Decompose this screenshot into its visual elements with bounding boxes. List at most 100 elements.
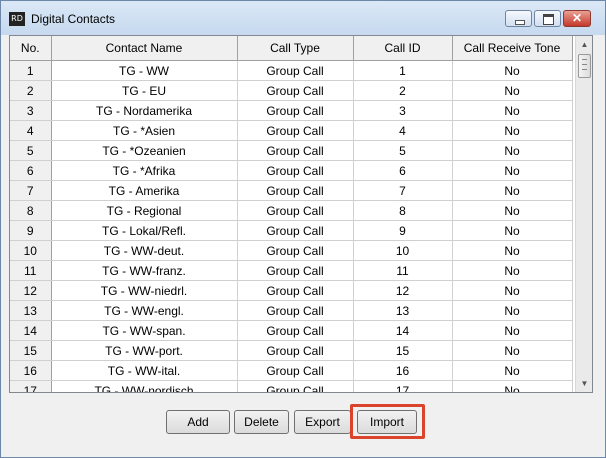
call-id-cell[interactable]: 9	[353, 220, 453, 241]
table-row[interactable]: 13 TG - WW-engl. Group Call 13 No	[10, 300, 573, 321]
call-type-cell[interactable]: Group Call	[237, 100, 354, 121]
vertical-scrollbar[interactable]: ▲ ▼	[575, 36, 592, 392]
contact-name-cell[interactable]: TG - WW-engl.	[51, 300, 238, 321]
call-id-cell[interactable]: 4	[353, 120, 453, 141]
delete-button[interactable]: Delete	[234, 410, 289, 434]
table-row[interactable]: 7 TG - Amerika Group Call 7 No	[10, 180, 573, 201]
call-type-cell[interactable]: Group Call	[237, 160, 354, 181]
table-row[interactable]: 3 TG - Nordamerika Group Call 3 No	[10, 100, 573, 121]
row-number-cell[interactable]: 5	[10, 140, 52, 161]
call-receive-tone-cell[interactable]: No	[452, 300, 573, 321]
contact-name-cell[interactable]: TG - Regional	[51, 200, 238, 221]
scroll-up-icon[interactable]: ▲	[576, 36, 592, 53]
row-number-cell[interactable]: 13	[10, 300, 52, 321]
call-receive-tone-cell[interactable]: No	[452, 260, 573, 281]
call-id-cell[interactable]: 13	[353, 300, 453, 321]
add-button[interactable]: Add	[166, 410, 230, 434]
contact-name-cell[interactable]: TG - WW	[51, 60, 238, 81]
table-row[interactable]: 11 TG - WW-franz. Group Call 11 No	[10, 260, 573, 281]
table-row[interactable]: 9 TG - Lokal/Refl. Group Call 9 No	[10, 220, 573, 241]
call-type-cell[interactable]: Group Call	[237, 220, 354, 241]
row-number-cell[interactable]: 15	[10, 340, 52, 361]
minimize-button[interactable]	[505, 10, 532, 27]
call-type-cell[interactable]: Group Call	[237, 60, 354, 81]
contact-name-cell[interactable]: TG - WW-franz.	[51, 260, 238, 281]
table-row[interactable]: 10 TG - WW-deut. Group Call 10 No	[10, 240, 573, 261]
contact-name-cell[interactable]: TG - *Asien	[51, 120, 238, 141]
column-header-call-type[interactable]: Call Type	[237, 36, 354, 61]
title-bar[interactable]: RD Digital Contacts ✕	[1, 1, 605, 35]
call-type-cell[interactable]: Group Call	[237, 240, 354, 261]
row-number-cell[interactable]: 16	[10, 360, 52, 381]
column-header-call-receive-tone[interactable]: Call Receive Tone	[452, 36, 573, 61]
table-row[interactable]: 12 TG - WW-niedrl. Group Call 12 No	[10, 280, 573, 301]
table-row[interactable]: 8 TG - Regional Group Call 8 No	[10, 200, 573, 221]
call-id-cell[interactable]: 11	[353, 260, 453, 281]
column-header-call-id[interactable]: Call ID	[353, 36, 453, 61]
call-id-cell[interactable]: 2	[353, 80, 453, 101]
app-icon[interactable]: RD	[9, 12, 25, 26]
call-receive-tone-cell[interactable]: No	[452, 180, 573, 201]
column-header-contact-name[interactable]: Contact Name	[51, 36, 238, 61]
scrollbar-thumb[interactable]	[578, 54, 591, 78]
row-number-cell[interactable]: 2	[10, 80, 52, 101]
row-number-cell[interactable]: 6	[10, 160, 52, 181]
close-button[interactable]: ✕	[563, 10, 591, 27]
call-type-cell[interactable]: Group Call	[237, 300, 354, 321]
call-type-cell[interactable]: Group Call	[237, 360, 354, 381]
call-receive-tone-cell[interactable]: No	[452, 340, 573, 361]
call-id-cell[interactable]: 7	[353, 180, 453, 201]
call-receive-tone-cell[interactable]: No	[452, 160, 573, 181]
call-type-cell[interactable]: Group Call	[237, 260, 354, 281]
contact-name-cell[interactable]: TG - Nordamerika	[51, 100, 238, 121]
call-type-cell[interactable]: Group Call	[237, 140, 354, 161]
call-id-cell[interactable]: 17	[353, 380, 453, 392]
call-receive-tone-cell[interactable]: No	[452, 280, 573, 301]
contact-name-cell[interactable]: TG - *Ozeanien	[51, 140, 238, 161]
contact-name-cell[interactable]: TG - *Afrika	[51, 160, 238, 181]
call-id-cell[interactable]: 5	[353, 140, 453, 161]
table-row[interactable]: 14 TG - WW-span. Group Call 14 No	[10, 320, 573, 341]
contact-name-cell[interactable]: TG - Lokal/Refl.	[51, 220, 238, 241]
scroll-down-icon[interactable]: ▼	[576, 375, 592, 392]
call-receive-tone-cell[interactable]: No	[452, 380, 573, 392]
contact-name-cell[interactable]: TG - WW-span.	[51, 320, 238, 341]
maximize-button[interactable]	[534, 10, 561, 27]
row-number-cell[interactable]: 8	[10, 200, 52, 221]
call-type-cell[interactable]: Group Call	[237, 380, 354, 392]
contact-name-cell[interactable]: TG - WW-deut.	[51, 240, 238, 261]
row-number-cell[interactable]: 11	[10, 260, 52, 281]
export-button[interactable]: Export	[294, 410, 351, 434]
call-receive-tone-cell[interactable]: No	[452, 60, 573, 81]
table-row[interactable]: 17 TG - WW-nordisch Group Call 17 No	[10, 380, 573, 392]
contact-name-cell[interactable]: TG - WW-niedrl.	[51, 280, 238, 301]
call-id-cell[interactable]: 10	[353, 240, 453, 261]
call-type-cell[interactable]: Group Call	[237, 180, 354, 201]
call-type-cell[interactable]: Group Call	[237, 280, 354, 301]
call-receive-tone-cell[interactable]: No	[452, 120, 573, 141]
call-type-cell[interactable]: Group Call	[237, 340, 354, 361]
table-row[interactable]: 4 TG - *Asien Group Call 4 No	[10, 120, 573, 141]
call-id-cell[interactable]: 14	[353, 320, 453, 341]
table-row[interactable]: 16 TG - WW-ital. Group Call 16 No	[10, 360, 573, 381]
call-receive-tone-cell[interactable]: No	[452, 100, 573, 121]
call-id-cell[interactable]: 6	[353, 160, 453, 181]
call-type-cell[interactable]: Group Call	[237, 200, 354, 221]
call-id-cell[interactable]: 16	[353, 360, 453, 381]
call-type-cell[interactable]: Group Call	[237, 120, 354, 141]
call-receive-tone-cell[interactable]: No	[452, 360, 573, 381]
call-receive-tone-cell[interactable]: No	[452, 80, 573, 101]
contact-name-cell[interactable]: TG - WW-nordisch	[51, 380, 238, 392]
row-number-cell[interactable]: 9	[10, 220, 52, 241]
call-receive-tone-cell[interactable]: No	[452, 140, 573, 161]
row-number-cell[interactable]: 3	[10, 100, 52, 121]
call-receive-tone-cell[interactable]: No	[452, 240, 573, 261]
row-number-cell[interactable]: 4	[10, 120, 52, 141]
contact-name-cell[interactable]: TG - WW-ital.	[51, 360, 238, 381]
row-number-cell[interactable]: 10	[10, 240, 52, 261]
row-number-cell[interactable]: 17	[10, 380, 52, 392]
table-row[interactable]: 1 TG - WW Group Call 1 No	[10, 60, 573, 81]
table-row[interactable]: 2 TG - EU Group Call 2 No	[10, 80, 573, 101]
call-id-cell[interactable]: 8	[353, 200, 453, 221]
row-number-cell[interactable]: 1	[10, 60, 52, 81]
